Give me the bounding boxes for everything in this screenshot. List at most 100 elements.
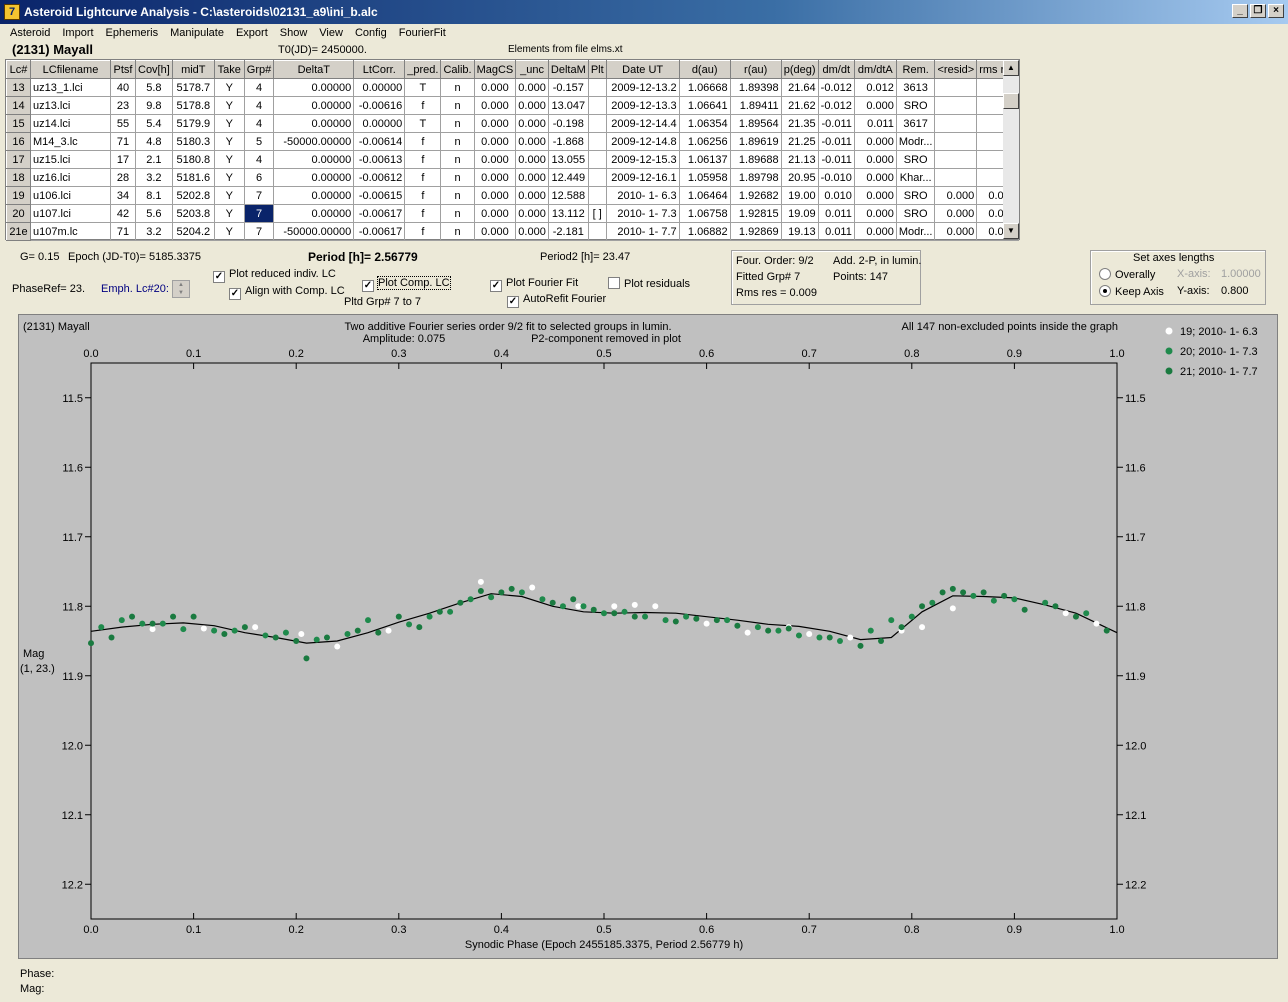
table-cell[interactable]: 0.000 (853, 222, 897, 241)
menu-show[interactable]: Show (280, 27, 308, 39)
table-cell[interactable]: uz15.lci (30, 150, 111, 169)
table-cell[interactable] (934, 78, 978, 97)
table-cell[interactable]: 0.000 (853, 186, 897, 205)
table-cell[interactable]: f (404, 132, 442, 151)
table-cell[interactable]: f (404, 204, 442, 223)
table-cell[interactable]: 0.000 (515, 114, 549, 133)
column-header[interactable]: d(au) (678, 60, 731, 79)
table-cell[interactable]: 17 (110, 150, 136, 169)
table-cell[interactable]: -0.198 (547, 114, 589, 133)
table-cell[interactable]: 13.047 (547, 96, 589, 115)
table-cell[interactable]: 0.00000 (353, 114, 406, 133)
y-axis-input[interactable]: 0.800 (1221, 285, 1249, 297)
autorefit-checkbox[interactable]: ✓ AutoRefit Fourier (507, 293, 606, 308)
table-cell[interactable]: 0.000 (853, 150, 897, 169)
table-cell[interactable]: n (440, 168, 475, 187)
table-cell[interactable] (587, 78, 607, 97)
table-cell[interactable] (587, 96, 607, 115)
lightcurve-plot-panel[interactable]: (2131) Mayall Two additive Fourier serie… (18, 314, 1278, 959)
table-cell[interactable]: 1.89688 (729, 150, 782, 169)
column-header[interactable]: Plt (587, 60, 607, 79)
table-cell[interactable]: n (440, 114, 475, 133)
table-cell[interactable]: 0.000 (473, 150, 517, 169)
table-cell[interactable]: 0.000 (473, 222, 517, 241)
table-cell[interactable]: 0.000 (934, 186, 978, 205)
table-cell[interactable]: 5.8 (135, 78, 173, 97)
row-number[interactable]: 18 (6, 168, 31, 187)
table-cell[interactable]: Y (213, 114, 245, 133)
table-cell[interactable]: 5180.3 (171, 132, 215, 151)
table-cell[interactable]: 7 (243, 222, 275, 241)
plot-comp-checkbox[interactable]: ✓ Plot Comp. LC (362, 276, 451, 292)
table-cell[interactable]: 2009-12-16.1 (605, 168, 680, 187)
table-cell[interactable]: Y (213, 222, 245, 241)
table-cell[interactable]: 0.000 (853, 204, 897, 223)
table-row[interactable]: 16 M14_3.lc 71 4.8 5180.3 Y 5 -50000.00000 -0.00… (6, 132, 1019, 151)
table-cell[interactable]: 4 (243, 114, 275, 133)
column-header[interactable]: dm/dtA (853, 60, 897, 79)
table-cell[interactable]: 0.010 (817, 186, 855, 205)
table-cell[interactable]: -0.00612 (353, 168, 406, 187)
table-cell[interactable]: 0.000 (515, 186, 549, 205)
table-cell[interactable] (934, 96, 978, 115)
table-cell[interactable]: Modr... (895, 132, 936, 151)
table-cell[interactable]: -1.868 (547, 132, 589, 151)
table-row[interactable]: 15 uz14.lci 55 5.4 5179.9 Y 4 0.00000 0.00000 Tn 0… (6, 114, 1019, 133)
table-cell[interactable]: Y (213, 186, 245, 205)
table-cell[interactable] (934, 168, 978, 187)
column-header[interactable]: Lc# (6, 60, 31, 79)
overally-radio[interactable]: Overally (1099, 268, 1155, 281)
column-header[interactable]: Date UT (605, 60, 680, 79)
grid-scrollbar[interactable]: ▲ ▼ (1003, 60, 1019, 239)
table-cell[interactable]: 19.00 (780, 186, 819, 205)
table-cell[interactable]: 0.012 (853, 78, 897, 97)
menu-fourierfit[interactable]: FourierFit (399, 27, 446, 39)
table-cell[interactable]: 21.62 (780, 96, 819, 115)
column-header[interactable]: _pred. (404, 60, 442, 79)
table-cell[interactable]: [ ] (587, 204, 607, 223)
plot-fourier-checkbox[interactable]: ✓ Plot Fourier Fit (490, 277, 578, 292)
table-cell[interactable]: 5178.7 (171, 78, 215, 97)
table-cell[interactable]: -2.181 (547, 222, 589, 241)
menu-manipulate[interactable]: Manipulate (170, 27, 224, 39)
table-cell[interactable]: uz13_1.lci (30, 78, 111, 97)
column-header[interactable]: midT (171, 60, 215, 79)
table-cell[interactable]: Y (213, 132, 245, 151)
table-cell[interactable]: 0.00000 (273, 78, 355, 97)
table-cell[interactable]: 0.000 (473, 204, 517, 223)
column-header[interactable]: Grp# (243, 60, 275, 79)
table-cell[interactable]: n (440, 222, 475, 241)
table-cell[interactable]: 1.05958 (678, 168, 731, 187)
table-cell[interactable]: uz16.lci (30, 168, 111, 187)
table-cell[interactable]: 1.89619 (729, 132, 782, 151)
table-cell[interactable]: 1.06137 (678, 150, 731, 169)
table-cell[interactable]: 0.00000 (273, 186, 355, 205)
table-cell[interactable]: -0.011 (817, 114, 855, 133)
table-cell[interactable]: uz14.lci (30, 114, 111, 133)
table-cell[interactable]: 1.89798 (729, 168, 782, 187)
column-header[interactable]: Ptsf (110, 60, 136, 79)
table-cell[interactable]: -0.00614 (353, 132, 406, 151)
table-cell[interactable]: 0.000 (473, 132, 517, 151)
x-axis-input[interactable]: 1.00000 (1221, 268, 1261, 280)
table-cell[interactable] (587, 168, 607, 187)
table-cell[interactable]: Y (213, 96, 245, 115)
table-cell[interactable]: 21.25 (780, 132, 819, 151)
menu-ephemeris[interactable]: Ephemeris (106, 27, 159, 39)
column-header[interactable]: Calib. (440, 60, 475, 79)
table-cell[interactable]: 4 (243, 96, 275, 115)
table-cell[interactable]: 2010- 1- 7.7 (605, 222, 680, 241)
table-cell[interactable]: 5203.8 (171, 204, 215, 223)
table-cell[interactable] (587, 150, 607, 169)
table-cell[interactable]: 1.06668 (678, 78, 731, 97)
minimize-icon[interactable]: _ (1232, 4, 1248, 18)
table-cell[interactable]: 0.000 (934, 222, 978, 241)
table-cell[interactable]: -0.010 (817, 168, 855, 187)
column-header[interactable]: p(deg) (780, 60, 819, 79)
table-cell[interactable]: 1.06256 (678, 132, 731, 151)
restore-icon[interactable]: ❐ (1250, 4, 1266, 18)
column-header[interactable]: r(au) (729, 60, 782, 79)
table-cell[interactable]: 5180.8 (171, 150, 215, 169)
table-cell[interactable]: 21.35 (780, 114, 819, 133)
table-cell[interactable]: 0.011 (853, 114, 897, 133)
